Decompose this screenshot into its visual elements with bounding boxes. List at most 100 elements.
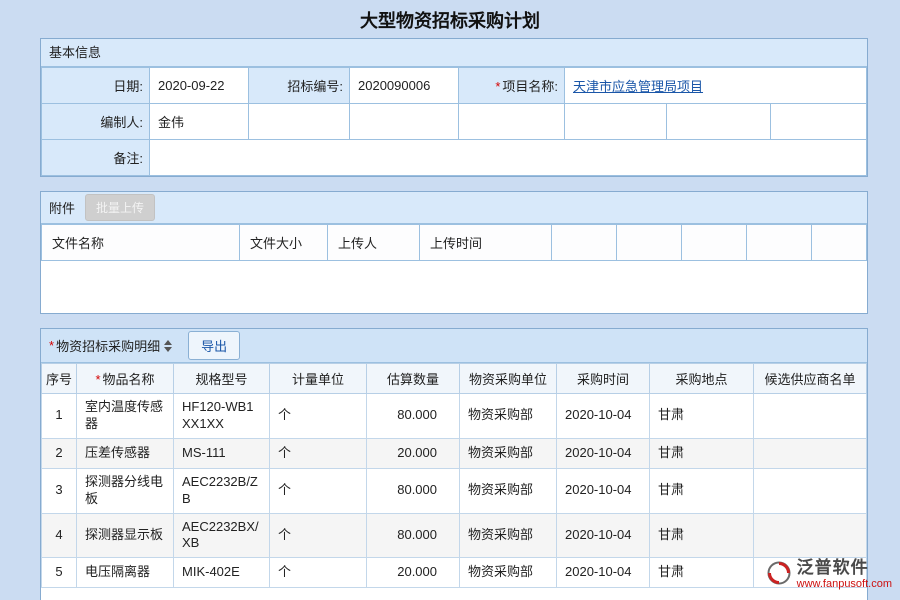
details-panel: * 物资招标采购明细 导出 序号 *物品名称 规格型号 计量单位 估算数量 物资… xyxy=(40,328,868,600)
empty-header-cell xyxy=(747,225,812,261)
remark-label: 备注: xyxy=(42,140,150,176)
empty-header-cell xyxy=(617,225,682,261)
attach-col-filesize: 文件大小 xyxy=(240,225,328,261)
bid-no-value: 2020090006 xyxy=(350,68,459,104)
bid-no-label: 招标编号: xyxy=(249,68,350,104)
details-header-bar: * 物资招标采购明细 导出 xyxy=(41,329,867,363)
details-empty-area xyxy=(41,588,867,600)
cell-unit: 个 xyxy=(270,558,367,588)
cell-qty: 80.000 xyxy=(367,468,460,513)
project-value-cell: 天津市应急管理局项目 xyxy=(565,68,867,104)
attachments-table: 文件名称 文件大小 上传人 上传时间 xyxy=(41,224,867,261)
required-asterisk: * xyxy=(49,338,54,353)
cell-unit: 个 xyxy=(270,513,367,558)
cell-time: 2020-10-04 xyxy=(557,394,650,439)
empty-header-cell xyxy=(682,225,747,261)
cell-supplier xyxy=(754,438,867,468)
batch-upload-button[interactable]: 批量上传 xyxy=(85,194,155,221)
cell-time: 2020-10-04 xyxy=(557,468,650,513)
table-row: 3 探测器分线电板 AEC2232B/ZB 个 80.000 物资采购部 202… xyxy=(42,468,867,513)
attachments-section-title: 附件 xyxy=(49,198,75,217)
basic-info-section-title: 基本信息 xyxy=(41,39,867,67)
cell-item-name: 探测器显示板 xyxy=(77,513,174,558)
col-item-name: *物品名称 xyxy=(77,364,174,394)
cell-dept: 物资采购部 xyxy=(460,468,557,513)
author-value: 金伟 xyxy=(150,104,249,140)
vendor-logo-icon xyxy=(766,560,792,589)
col-place: 采购地点 xyxy=(650,364,754,394)
attach-col-uploader: 上传人 xyxy=(328,225,420,261)
attachments-empty-area xyxy=(41,261,867,313)
cell-seq: 4 xyxy=(42,513,77,558)
cell-supplier xyxy=(754,468,867,513)
empty-header-cell xyxy=(812,225,867,261)
page-title: 大型物资招标采购计划 xyxy=(0,0,900,38)
sort-icon[interactable] xyxy=(164,340,172,352)
empty-cell xyxy=(771,104,867,140)
col-model: 规格型号 xyxy=(174,364,270,394)
cell-seq: 1 xyxy=(42,394,77,439)
cell-item-name: 压差传感器 xyxy=(77,438,174,468)
cell-place: 甘肃 xyxy=(650,394,754,439)
cell-place: 甘肃 xyxy=(650,558,754,588)
cell-supplier xyxy=(754,513,867,558)
project-link[interactable]: 天津市应急管理局项目 xyxy=(573,79,703,94)
col-seq: 序号 xyxy=(42,364,77,394)
vendor-brand-name: 泛普软件 xyxy=(797,559,892,578)
empty-cell xyxy=(350,104,459,140)
cell-qty: 80.000 xyxy=(367,394,460,439)
col-qty: 估算数量 xyxy=(367,364,460,394)
col-time: 采购时间 xyxy=(557,364,650,394)
basic-info-panel: 基本信息 日期: 2020-09-22 招标编号: 2020090006 *项目… xyxy=(40,38,868,177)
table-row: 5 电压隔离器 MIK-402E 个 20.000 物资采购部 2020-10-… xyxy=(42,558,867,588)
cell-qty: 20.000 xyxy=(367,438,460,468)
empty-cell xyxy=(667,104,771,140)
cell-qty: 20.000 xyxy=(367,558,460,588)
cell-unit: 个 xyxy=(270,468,367,513)
date-value: 2020-09-22 xyxy=(150,68,249,104)
cell-place: 甘肃 xyxy=(650,468,754,513)
cell-supplier xyxy=(754,394,867,439)
empty-cell xyxy=(565,104,667,140)
col-supplier: 候选供应商名单 xyxy=(754,364,867,394)
col-dept: 物资采购单位 xyxy=(460,364,557,394)
cell-item-name: 室内温度传感器 xyxy=(77,394,174,439)
col-unit: 计量单位 xyxy=(270,364,367,394)
author-label: 编制人: xyxy=(42,104,150,140)
export-button[interactable]: 导出 xyxy=(188,331,240,360)
cell-place: 甘肃 xyxy=(650,438,754,468)
cell-model: AEC2232B/ZB xyxy=(174,468,270,513)
cell-seq: 5 xyxy=(42,558,77,588)
attachments-panel: 附件 批量上传 文件名称 文件大小 上传人 上传时间 xyxy=(40,191,868,314)
attach-col-uploadtime: 上传时间 xyxy=(420,225,552,261)
attach-col-filename: 文件名称 xyxy=(42,225,240,261)
cell-time: 2020-10-04 xyxy=(557,558,650,588)
cell-model: MIK-402E xyxy=(174,558,270,588)
cell-dept: 物资采购部 xyxy=(460,513,557,558)
project-label-text: 项目名称: xyxy=(502,79,558,94)
project-label: *项目名称: xyxy=(459,68,565,104)
cell-qty: 80.000 xyxy=(367,513,460,558)
cell-model: AEC2232BX/XB xyxy=(174,513,270,558)
vendor-url: www.fanpusoft.com xyxy=(797,578,892,590)
date-label: 日期: xyxy=(42,68,150,104)
cell-seq: 2 xyxy=(42,438,77,468)
table-row: 2 压差传感器 MS-111 个 20.000 物资采购部 2020-10-04… xyxy=(42,438,867,468)
cell-item-name: 电压隔离器 xyxy=(77,558,174,588)
cell-unit: 个 xyxy=(270,394,367,439)
details-section-title: 物资招标采购明细 xyxy=(56,336,160,355)
cell-time: 2020-10-04 xyxy=(557,513,650,558)
cell-dept: 物资采购部 xyxy=(460,394,557,439)
remark-value xyxy=(150,140,867,176)
cell-item-name: 探测器分线电板 xyxy=(77,468,174,513)
empty-cell xyxy=(249,104,350,140)
cell-time: 2020-10-04 xyxy=(557,438,650,468)
cell-dept: 物资采购部 xyxy=(460,558,557,588)
cell-unit: 个 xyxy=(270,438,367,468)
cell-dept: 物资采购部 xyxy=(460,438,557,468)
required-asterisk: * xyxy=(495,79,500,94)
table-row: 4 探测器显示板 AEC2232BX/XB 个 80.000 物资采购部 202… xyxy=(42,513,867,558)
cell-seq: 3 xyxy=(42,468,77,513)
empty-header-cell xyxy=(552,225,617,261)
details-table: 序号 *物品名称 规格型号 计量单位 估算数量 物资采购单位 采购时间 采购地点… xyxy=(41,363,867,588)
